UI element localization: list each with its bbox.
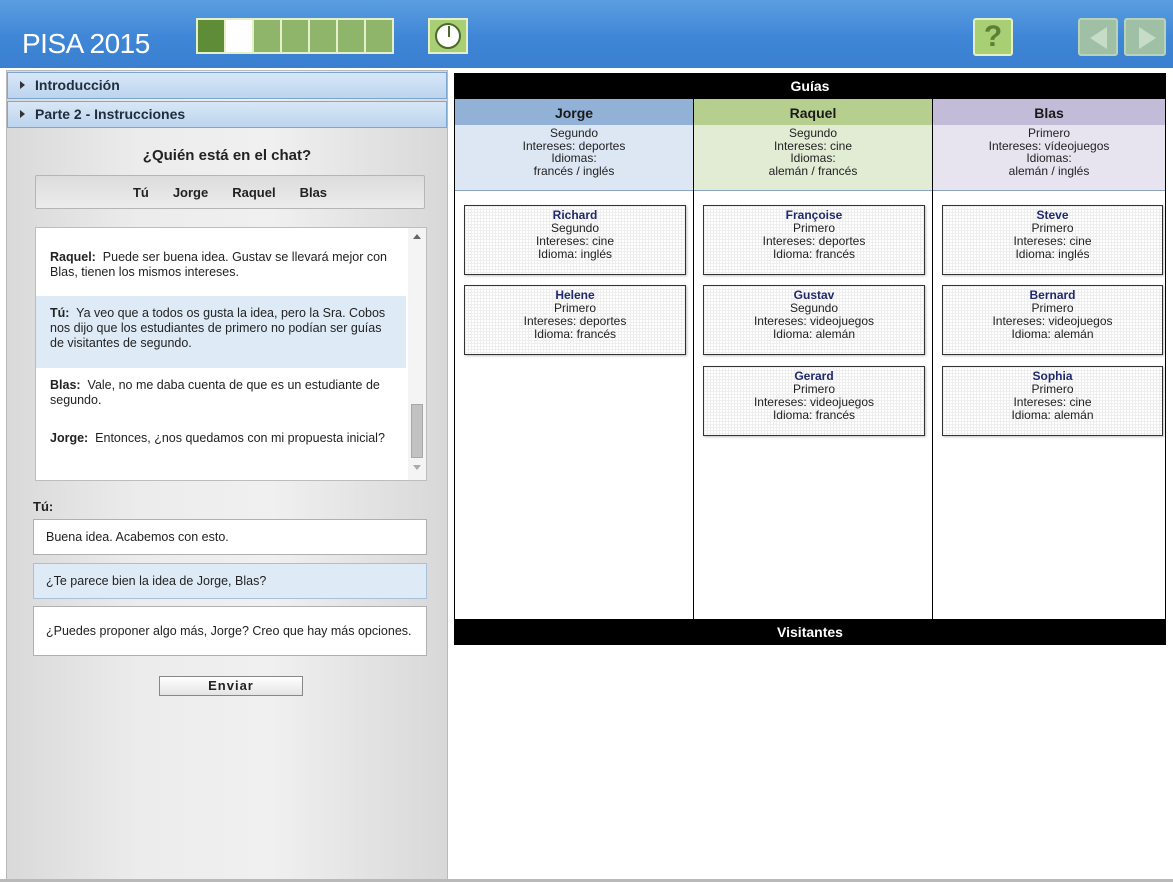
chat-speaker: Jorge: (50, 431, 89, 445)
guide-info-line: Primero (1027, 126, 1070, 140)
chat-speaker: Tú: (50, 306, 70, 320)
section-label: Parte 2 - Instrucciones (35, 106, 186, 122)
chat-text: Vale, no me daba cuenta de que es un est… (50, 378, 380, 407)
chat-message-highlighted: Tú: Ya veo que a todos os gusta la idea,… (36, 296, 406, 368)
progress-segment (310, 20, 336, 52)
guide-info: Primero Intereses: vídeojuegos Idiomas: … (933, 125, 1165, 191)
scroll-up-icon[interactable] (413, 234, 421, 239)
visitor-card-richard[interactable]: Richard Segundo Intereses: cine Idioma: … (464, 205, 686, 275)
chat-text: Puede ser buena idea. Gustav se llevará … (50, 250, 387, 279)
participant-raquel: Raquel (232, 184, 276, 200)
response-option-2[interactable]: ¿Te parece bien la idea de Jorge, Blas? (33, 563, 427, 599)
next-button[interactable] (1124, 18, 1166, 56)
guide-name: Raquel (694, 99, 932, 125)
guide-info-line: Idiomas: (1026, 151, 1072, 165)
chat-text: Entonces, ¿nos quedamos con mi propuesta… (95, 431, 385, 445)
scroll-thumb[interactable] (411, 404, 423, 458)
section-introduccion[interactable]: Introducción (7, 72, 447, 99)
visitor-card-sophia[interactable]: Sophia Primero Intereses: cine Idioma: a… (942, 366, 1163, 436)
guide-info-line: alemán / francés (768, 163, 858, 178)
visitor-card-francoise[interactable]: Françoise Primero Intereses: deportes Id… (703, 205, 925, 275)
option-text: ¿Puedes proponer algo más, Jorge? Creo q… (46, 623, 412, 638)
chat-text: Ya veo que a todos os gusta la idea, per… (50, 306, 386, 350)
guide-name: Jorge (455, 99, 693, 125)
help-button[interactable]: ? (973, 18, 1013, 56)
visitor-line: Idioma: francés (533, 327, 617, 341)
progress-segment (282, 20, 308, 52)
response-option-1[interactable]: Buena idea. Acabemos con esto. (33, 519, 427, 555)
section-label: Introducción (35, 77, 120, 93)
visitor-card-bernard[interactable]: Bernard Primero Intereses: videojuegos I… (942, 285, 1163, 355)
chat-log[interactable]: Raquel: Puede ser buena idea. Gustav se … (35, 227, 427, 481)
guide-info: Segundo Intereses: deportes Idiomas: fra… (455, 125, 693, 191)
guide-info-line: Idiomas: (551, 151, 597, 165)
participant-jorge: Jorge (172, 184, 209, 200)
guide-column-raquel[interactable]: Raquel Segundo Intereses: cine Idiomas: … (694, 99, 933, 619)
chat-message: Blas: Vale, no me daba cuenta de que es … (36, 378, 406, 408)
section-instrucciones[interactable]: Parte 2 - Instrucciones (7, 101, 447, 128)
caret-right-icon (20, 81, 25, 89)
chat-heading: ¿Quién está en el chat? (142, 147, 312, 164)
chat-speaker: Raquel: (50, 250, 96, 264)
guide-info-line: alemán / inglés (1008, 163, 1090, 178)
guide-name: Blas (933, 99, 1165, 125)
progress-segment-current (226, 20, 252, 52)
progress-segment (198, 20, 224, 52)
visitor-card-gustav[interactable]: Gustav Segundo Intereses: videojuegos Id… (703, 285, 925, 355)
guide-column-jorge[interactable]: Jorge Segundo Intereses: deportes Idioma… (455, 99, 694, 619)
guide-info-line: Segundo (788, 126, 838, 140)
guide-info-line: Idiomas: (790, 151, 836, 165)
progress-indicator (196, 18, 394, 54)
participant-blas: Blas (299, 184, 328, 200)
scroll-down-icon[interactable] (413, 465, 421, 470)
previous-button[interactable] (1078, 18, 1118, 56)
guide-column-blas[interactable]: Blas Primero Intereses: vídeojuegos Idio… (933, 99, 1165, 619)
guides-header: Guías (454, 73, 1166, 99)
participants-list: Tú Jorge Raquel Blas (35, 175, 425, 209)
assignment-board: Guías Jorge Segundo Intereses: deportes … (454, 73, 1166, 645)
chat-message: Raquel: Puede ser buena idea. Gustav se … (36, 250, 406, 280)
progress-segment (254, 20, 280, 52)
clock-icon (435, 23, 461, 49)
timer-button[interactable] (428, 18, 468, 54)
guide-info: Segundo Intereses: cine Idiomas: alemán … (694, 125, 932, 191)
visitor-line: Idioma: francés (772, 247, 856, 261)
chat-scrollbar[interactable] (408, 228, 426, 480)
header-bar: PISA 2015 ? (0, 0, 1173, 68)
progress-segment (338, 20, 364, 52)
response-label: Tú: (33, 499, 54, 514)
visitor-line: Idioma: alemán (1011, 327, 1094, 341)
visitor-card-steve[interactable]: Steve Primero Intereses: cine Idioma: in… (942, 205, 1163, 275)
send-button[interactable]: Enviar (159, 676, 303, 696)
visitor-line: Idioma: francés (772, 408, 856, 422)
option-text: ¿Te parece bien la idea de Jorge, Blas? (46, 573, 267, 588)
visitor-card-gerard[interactable]: Gerard Primero Intereses: videojuegos Id… (703, 366, 925, 436)
visitor-line: Idioma: inglés (1015, 247, 1090, 261)
chat-speaker: Blas: (50, 378, 81, 392)
guide-info-line: francés / inglés (533, 163, 615, 178)
progress-segment (366, 20, 392, 52)
visitor-line: Idioma: inglés (537, 247, 613, 261)
caret-right-icon (20, 110, 25, 118)
option-text: Buena idea. Acabemos con esto. (46, 529, 229, 544)
chat-panel: Introducción Parte 2 - Instrucciones ¿Qu… (6, 70, 448, 882)
response-option-3[interactable]: ¿Puedes proponer algo más, Jorge? Creo q… (33, 606, 427, 656)
app-title: PISA 2015 (22, 28, 150, 59)
visitor-card-helene[interactable]: Helene Primero Intereses: deportes Idiom… (464, 285, 686, 355)
visitors-footer: Visitantes (454, 619, 1166, 645)
guide-columns: Jorge Segundo Intereses: deportes Idioma… (454, 99, 1166, 619)
visitor-line: Idioma: alemán (1011, 408, 1094, 422)
chat-message: Jorge: Entonces, ¿nos quedamos con mi pr… (36, 431, 406, 446)
guide-info-line: Segundo (549, 126, 599, 140)
participant-tu: Tú (132, 184, 149, 200)
visitor-line: Idioma: alemán (772, 327, 856, 341)
